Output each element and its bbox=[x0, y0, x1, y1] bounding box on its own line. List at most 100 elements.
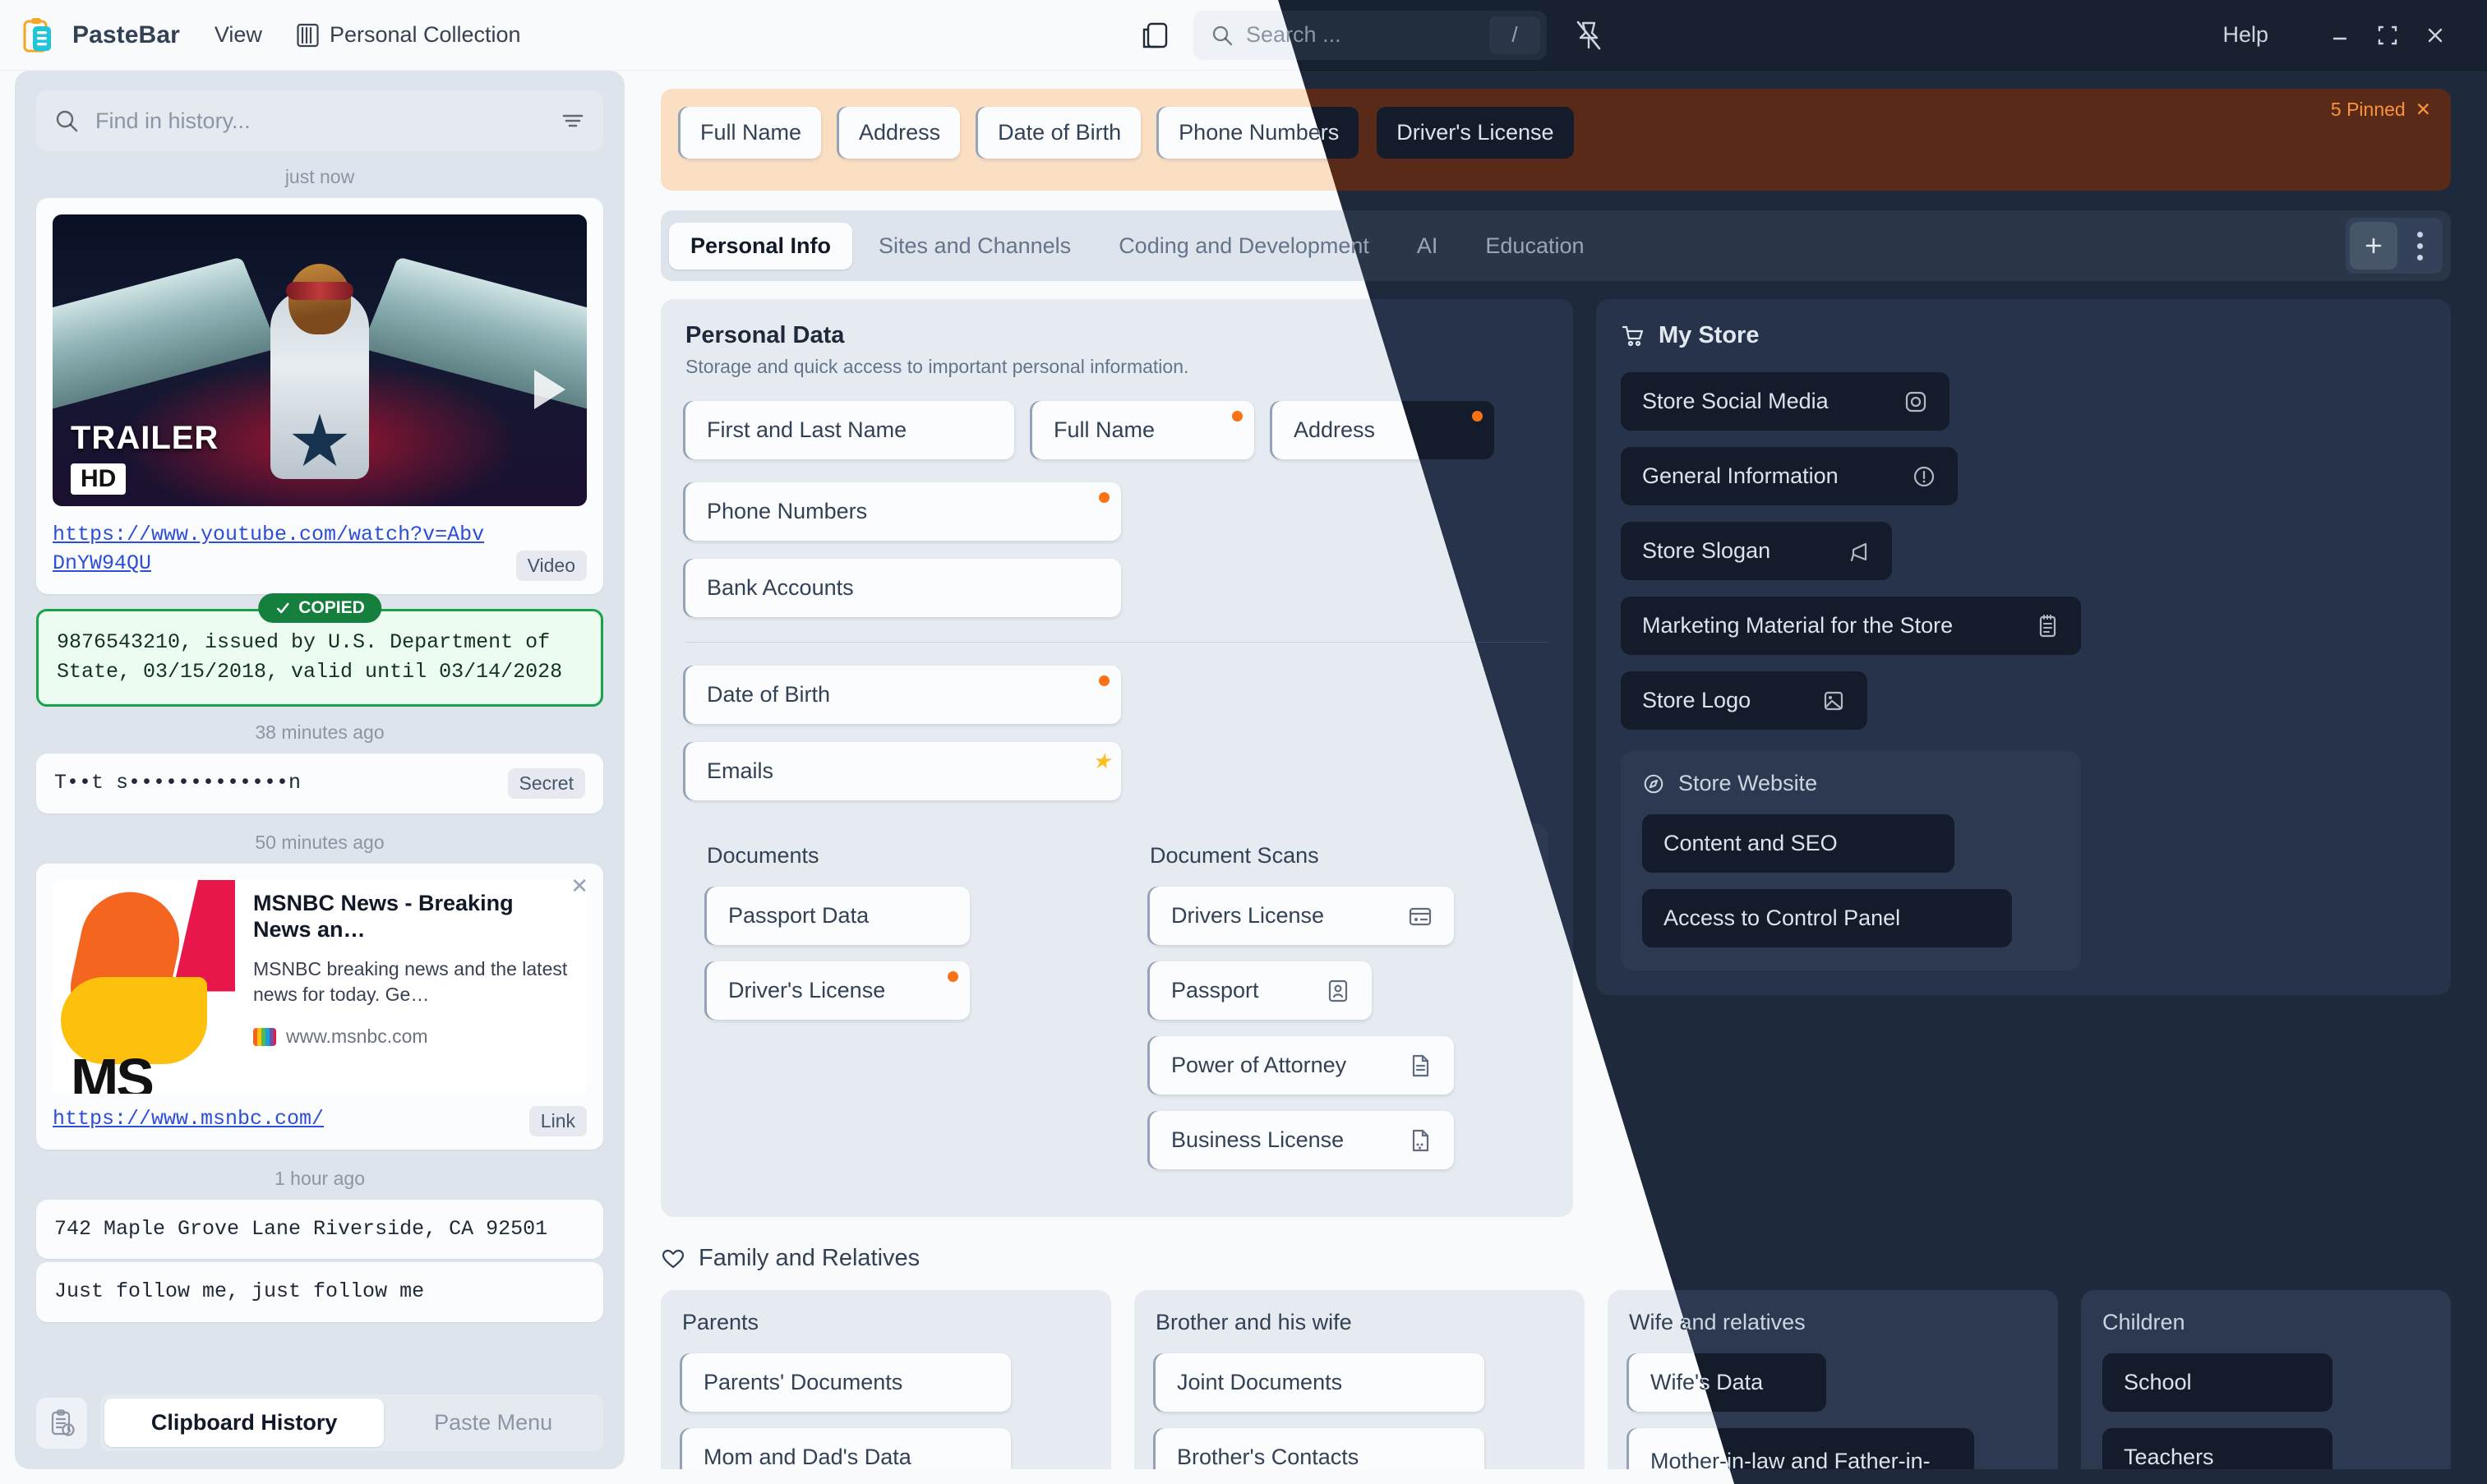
pill-general-information[interactable]: General Information bbox=[1621, 447, 1958, 505]
follow-text: Just follow me, just follow me bbox=[54, 1279, 424, 1303]
search-icon bbox=[54, 108, 79, 133]
list-item[interactable]: 742 Maple Grove Lane Riverside, CA 92501 bbox=[36, 1200, 603, 1259]
family-section-title: Family and Relatives bbox=[699, 1245, 920, 1272]
pill-teachers[interactable]: Teachers bbox=[2102, 1428, 2332, 1469]
passport-icon bbox=[1326, 979, 1350, 1003]
group-title: Wife and relatives bbox=[1629, 1310, 2037, 1335]
pill-store-social-media[interactable]: Store Social Media bbox=[1621, 372, 1949, 431]
history-search-placeholder: Find in history... bbox=[95, 108, 544, 134]
list-item[interactable]: ✕ MS MSNBC News - Breaking News an… MSNB… bbox=[36, 864, 603, 1150]
pinned-chip[interactable]: Date of Birth bbox=[978, 107, 1141, 159]
link-preview: MS MSNBC News - Breaking News an… MSNBC … bbox=[53, 880, 587, 1094]
minimize-icon[interactable] bbox=[2316, 12, 2364, 59]
filter-icon[interactable] bbox=[561, 108, 585, 133]
pinned-chip[interactable]: Driver's License bbox=[1377, 107, 1573, 159]
pill-phone-numbers[interactable]: Phone Numbers bbox=[685, 482, 1121, 541]
pill-business-license[interactable]: Business License bbox=[1150, 1111, 1454, 1169]
heart-icon bbox=[661, 1247, 685, 1271]
pill-content-and-seo[interactable]: Content and SEO bbox=[1642, 814, 1954, 873]
plus-icon[interactable] bbox=[2350, 222, 2397, 270]
tab-education[interactable]: Education bbox=[1464, 223, 1605, 270]
family-group-parents: Parents Parents' Documents Mom and Dad's… bbox=[661, 1290, 1111, 1469]
pill-power-of-attorney[interactable]: Power of Attorney bbox=[1150, 1036, 1454, 1095]
more-vertical-icon[interactable] bbox=[2401, 222, 2439, 270]
maximize-icon[interactable] bbox=[2364, 12, 2411, 59]
help-link[interactable]: Help bbox=[2222, 22, 2268, 48]
list-item[interactable]: T••t s•••••••••••••n Secret bbox=[36, 754, 603, 813]
pinned-count-wrap: 5 Pinned ✕ bbox=[2331, 99, 2431, 121]
pill-brothers-contacts[interactable]: Brother's Contacts bbox=[1156, 1428, 1484, 1469]
clipboard-history-sidebar: Find in history... just now TRAI bbox=[15, 71, 625, 1469]
history-timestamp: just now bbox=[36, 151, 603, 198]
file-badge-icon bbox=[1408, 1128, 1433, 1153]
pill-emails[interactable]: Emails★ bbox=[685, 742, 1121, 800]
close-icon[interactable] bbox=[2411, 12, 2459, 59]
menu-view[interactable]: View bbox=[215, 22, 262, 48]
unread-dot bbox=[948, 971, 958, 982]
pill-access-to-control-panel[interactable]: Access to Control Panel bbox=[1642, 889, 2012, 947]
pill-store-slogan[interactable]: Store Slogan bbox=[1621, 522, 1892, 580]
list-item[interactable]: Just follow me, just follow me bbox=[36, 1262, 603, 1321]
sidebar-tabs: Clipboard History Paste Menu bbox=[100, 1394, 603, 1451]
compass-icon bbox=[1642, 772, 1665, 795]
history-timestamp: 38 minutes ago bbox=[36, 707, 603, 754]
pinned-chip[interactable]: Full Name bbox=[681, 107, 821, 159]
msnbc-logo-image: MS bbox=[53, 880, 235, 1094]
copy-panel-icon[interactable] bbox=[1141, 20, 1172, 51]
pill-passport-scan[interactable]: Passport bbox=[1150, 961, 1372, 1020]
megaphone-icon bbox=[1846, 539, 1871, 564]
status-badge: Video bbox=[516, 551, 587, 581]
history-list[interactable]: just now TRAILER HD https://www.youtube.… bbox=[15, 151, 625, 1381]
search-icon bbox=[1211, 25, 1233, 46]
clipboard-history-icon[interactable] bbox=[36, 1398, 87, 1449]
pill-date-of-birth[interactable]: Date of Birth bbox=[685, 666, 1121, 724]
pill-first-and-last-name[interactable]: First and Last Name bbox=[685, 401, 1014, 459]
status-badge: Secret bbox=[508, 768, 585, 799]
pinned-chip[interactable]: Address bbox=[839, 107, 960, 159]
tabs-tools bbox=[2346, 218, 2443, 274]
family-group-children: Children School Teachers Network Access bbox=[2081, 1290, 2451, 1469]
pill-drivers-license-scan[interactable]: Drivers License bbox=[1150, 887, 1454, 945]
tab-paste-menu[interactable]: Paste Menu bbox=[387, 1399, 599, 1447]
tab-sites-and-channels[interactable]: Sites and Channels bbox=[857, 223, 1092, 270]
app-name: PasteBar bbox=[72, 21, 180, 49]
history-timestamp: 50 minutes ago bbox=[36, 817, 603, 864]
copied-item-wrap: COPIED 9876543210, issued by U.S. Depart… bbox=[36, 609, 603, 707]
pill-mom-and-dads-data[interactable]: Mom and Dad's Data bbox=[682, 1428, 1011, 1469]
close-icon[interactable]: ✕ bbox=[2415, 99, 2431, 121]
pill-full-name[interactable]: Full Name bbox=[1032, 401, 1254, 459]
list-item[interactable]: TRAILER HD https://www.youtube.com/watch… bbox=[36, 198, 603, 594]
domain-text: www.msnbc.com bbox=[286, 1025, 428, 1048]
pill-passport-data[interactable]: Passport Data bbox=[707, 887, 970, 945]
pill-parents-documents[interactable]: Parents' Documents bbox=[682, 1353, 1011, 1412]
history-search-input[interactable]: Find in history... bbox=[36, 90, 603, 151]
list-item[interactable]: 9876543210, issued by U.S. Department of… bbox=[36, 609, 603, 707]
divider bbox=[685, 642, 1548, 643]
pill-joint-documents[interactable]: Joint Documents bbox=[1156, 1353, 1484, 1412]
star-icon: ★ bbox=[1092, 750, 1111, 772]
pill-store-logo[interactable]: Store Logo bbox=[1621, 671, 1867, 730]
pill-marketing-material[interactable]: Marketing Material for the Store bbox=[1621, 597, 2081, 655]
subpanel-title: Documents bbox=[707, 843, 1084, 869]
pin-off-icon[interactable] bbox=[1575, 20, 1603, 51]
history-timestamp: 1 hour ago bbox=[36, 1153, 603, 1200]
status-badge: Link bbox=[529, 1106, 587, 1136]
secret-masked-text: T••t s•••••••••••••n bbox=[54, 768, 508, 798]
tab-ai[interactable]: AI bbox=[1396, 223, 1460, 270]
collection-name: Personal Collection bbox=[330, 22, 521, 48]
tab-clipboard-history[interactable]: Clipboard History bbox=[104, 1399, 384, 1447]
panel-title-wrap: My Store bbox=[1621, 322, 2426, 349]
youtube-link[interactable]: https://www.youtube.com/watch?v=AbvDnYW9… bbox=[53, 521, 587, 578]
instagram-icon bbox=[1903, 389, 1928, 414]
pill-drivers-license[interactable]: Driver's License bbox=[707, 961, 970, 1020]
link-preview-domain: www.msnbc.com bbox=[253, 1025, 572, 1048]
msnbc-link[interactable]: https://www.msnbc.com/ bbox=[53, 1105, 587, 1134]
collection-selector[interactable]: Personal Collection bbox=[297, 22, 521, 48]
tab-personal-info[interactable]: Personal Info bbox=[669, 223, 852, 270]
group-title: Brother and his wife bbox=[1156, 1310, 1563, 1335]
info-circle-icon bbox=[1912, 464, 1936, 489]
pill-school[interactable]: School bbox=[2102, 1353, 2332, 1412]
pill-bank-accounts[interactable]: Bank Accounts bbox=[685, 559, 1121, 617]
close-icon[interactable]: ✕ bbox=[570, 875, 588, 896]
tab-coding-and-development[interactable]: Coding and Development bbox=[1097, 223, 1391, 270]
